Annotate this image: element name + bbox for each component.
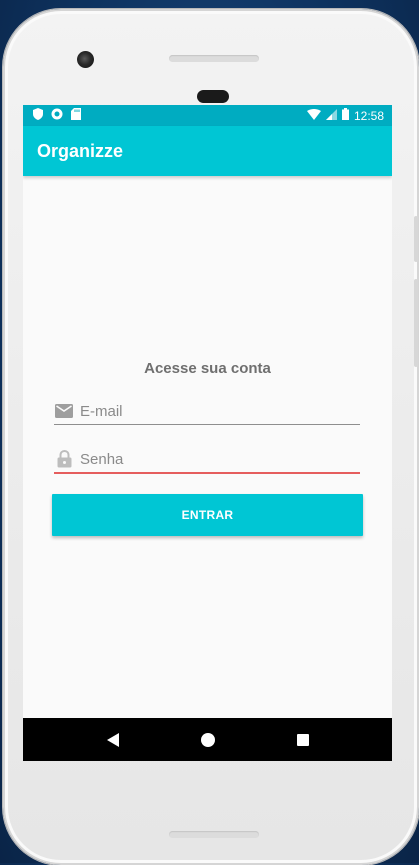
earpiece-speaker <box>197 90 229 103</box>
shield-icon <box>33 108 43 123</box>
password-field[interactable] <box>54 446 360 474</box>
device-screen: 12:58 Organizze Acesse sua conta ENTRAR <box>23 105 392 761</box>
status-system: 12:58 <box>306 108 384 123</box>
front-camera <box>77 51 94 68</box>
email-field[interactable] <box>54 398 360 425</box>
circle-sync-icon <box>51 108 63 123</box>
sd-card-icon <box>71 108 81 123</box>
top-grille <box>169 55 259 62</box>
signal-icon <box>325 108 337 123</box>
battery-icon <box>341 108 349 123</box>
volume-button <box>414 279 418 367</box>
bottom-grille <box>169 831 259 838</box>
email-input[interactable] <box>80 402 360 420</box>
wifi-icon <box>306 108 321 123</box>
back-icon[interactable] <box>98 725 128 755</box>
password-input[interactable] <box>80 450 360 468</box>
recents-icon[interactable] <box>288 725 318 755</box>
navigation-bar <box>23 718 392 761</box>
entrar-button[interactable]: ENTRAR <box>52 494 363 536</box>
home-icon[interactable] <box>193 725 223 755</box>
status-time: 12:58 <box>353 108 384 123</box>
lock-icon <box>54 449 74 469</box>
app-bar: Organizze <box>23 126 392 176</box>
status-notifications <box>33 108 81 123</box>
app-title: Organizze <box>37 140 124 161</box>
power-button <box>414 216 418 262</box>
login-content: Acesse sua conta ENTRAR <box>23 176 392 718</box>
mail-icon <box>54 401 74 421</box>
status-bar: 12:58 <box>23 105 392 126</box>
login-heading: Acesse sua conta <box>144 360 271 377</box>
